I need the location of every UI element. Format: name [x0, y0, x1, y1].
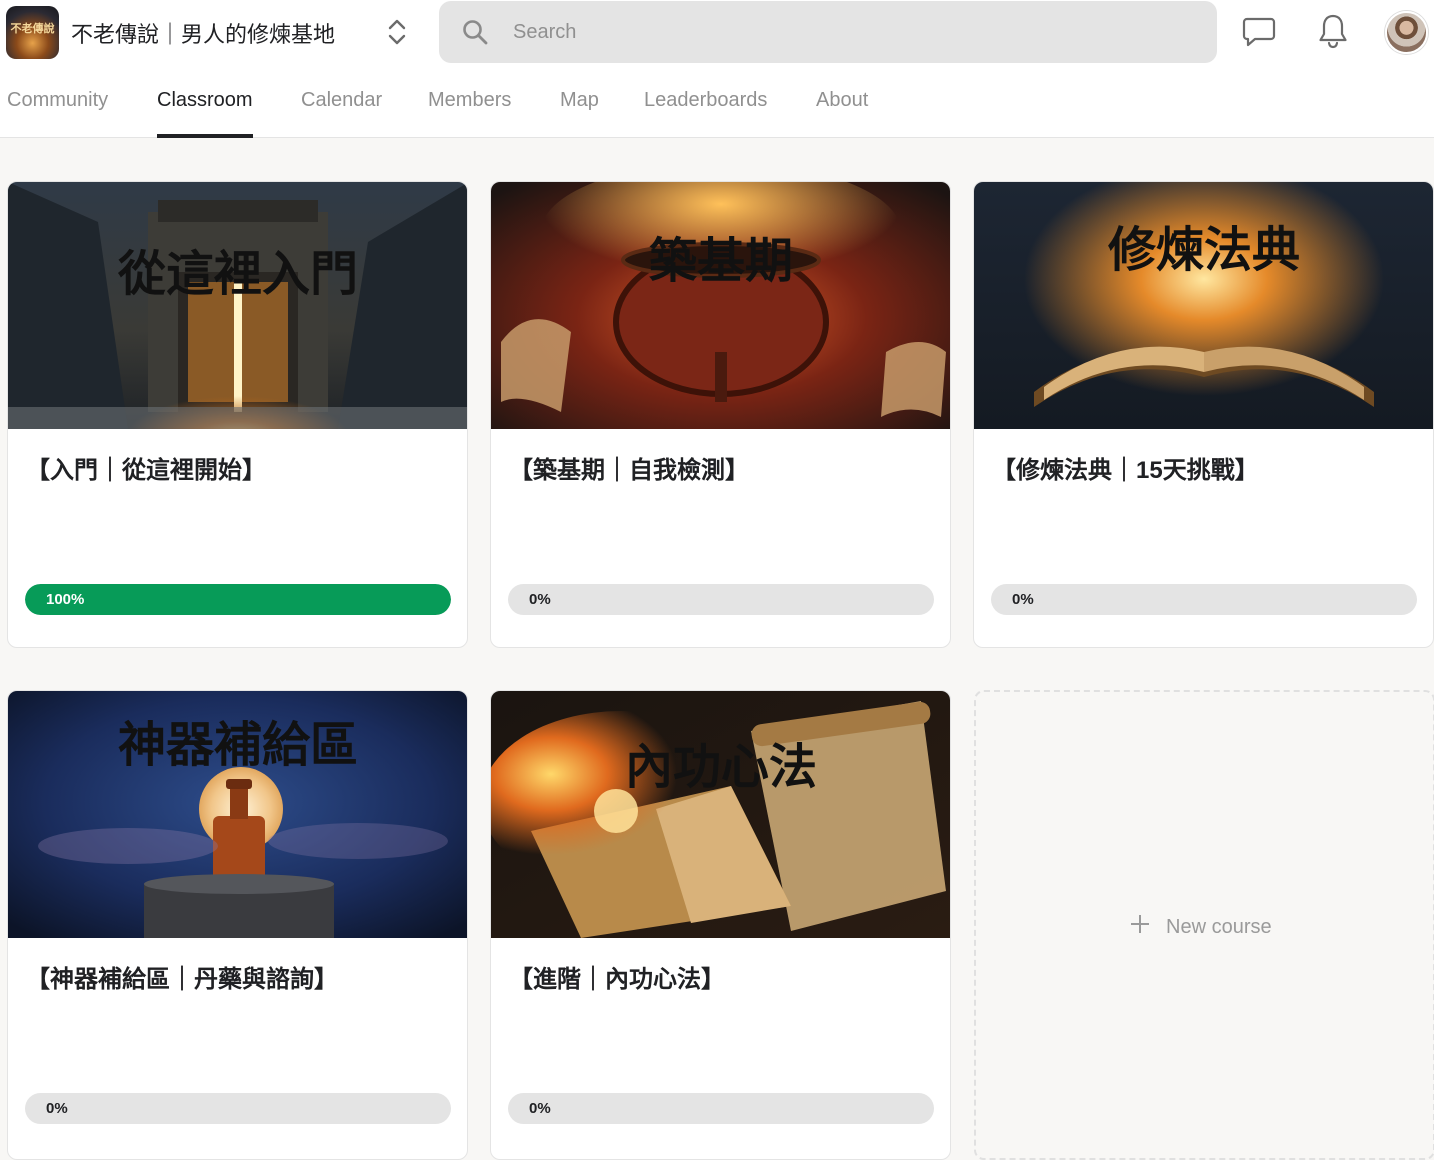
course-card[interactable]: 修煉法典 【修煉法典｜15天挑戰】 0%	[973, 181, 1434, 648]
tab-map[interactable]: Map	[560, 72, 599, 138]
thumbnail-title: 從這裡入門	[117, 246, 358, 302]
course-thumbnail: 修煉法典	[974, 182, 1433, 429]
avatar[interactable]	[1385, 11, 1428, 54]
course-thumbnail: 內功心法	[491, 691, 950, 938]
tab-leaderboards[interactable]: Leaderboards	[644, 72, 767, 138]
course-card[interactable]: 內功心法 【進階｜內功心法】 0%	[490, 690, 951, 1160]
search-icon	[462, 19, 488, 45]
course-thumbnail: 從這裡入門	[8, 182, 467, 429]
course-card[interactable]: 築基期 【築基期｜自我檢測】 0%	[490, 181, 951, 648]
new-course-content: New course	[1130, 914, 1272, 940]
tab-classroom[interactable]: Classroom	[157, 72, 253, 138]
new-course-label: New course	[1166, 915, 1272, 938]
thumbnail-title: 築基期	[649, 233, 793, 289]
course-thumbnail: 神器補給區	[8, 691, 467, 938]
progress-label: 0%	[46, 1100, 68, 1117]
group-name[interactable]: 不老傳說｜男人的修煉基地	[71, 17, 335, 49]
plus-icon	[1130, 914, 1150, 940]
course-title: 【進階｜內功心法】	[509, 966, 725, 993]
progress-bar: 0%	[991, 584, 1417, 615]
thumbnail-title: 內功心法	[625, 739, 817, 795]
course-title: 【神器補給區｜丹藥與諮詢】	[26, 966, 338, 993]
tab-community[interactable]: Community	[7, 72, 108, 138]
search-bar[interactable]	[439, 1, 1217, 63]
progress-bar: 100%	[25, 584, 451, 615]
course-thumbnail: 築基期	[491, 182, 950, 429]
progress-label: 100%	[46, 591, 85, 608]
tab-about[interactable]: About	[816, 72, 868, 138]
tab-calendar[interactable]: Calendar	[301, 72, 382, 138]
thumbnail-title: 神器補給區	[118, 717, 358, 773]
logo-text: 不老傳說	[10, 22, 55, 35]
group-switcher-icon[interactable]	[384, 16, 410, 48]
bell-icon[interactable]	[1317, 12, 1349, 50]
tab-members[interactable]: Members	[428, 72, 511, 138]
top-bar: 不老傳說 不老傳說｜男人的修煉基地 Community Classroom	[0, 0, 1434, 138]
course-card[interactable]: 從這裡入門 【入門｜從這裡開始】 100%	[7, 181, 468, 648]
course-title: 【修煉法典｜15天挑戰】	[992, 457, 1259, 484]
course-title: 【入門｜從這裡開始】	[26, 457, 266, 484]
progress-label: 0%	[529, 1100, 551, 1117]
chat-icon[interactable]	[1241, 16, 1277, 48]
progress-label: 0%	[1012, 591, 1034, 608]
progress-bar: 0%	[25, 1093, 451, 1124]
progress-bar: 0%	[508, 584, 934, 615]
search-input[interactable]	[513, 1, 1193, 63]
group-logo[interactable]: 不老傳說	[6, 6, 59, 59]
progress-fill	[25, 584, 451, 615]
progress-label: 0%	[529, 591, 551, 608]
course-title: 【築基期｜自我檢測】	[509, 457, 749, 484]
new-course-button[interactable]: New course	[974, 690, 1434, 1160]
course-card[interactable]: 神器補給區 【神器補給區｜丹藥與諮詢】 0%	[7, 690, 468, 1160]
progress-bar: 0%	[508, 1093, 934, 1124]
thumbnail-title: 修煉法典	[1108, 222, 1300, 278]
